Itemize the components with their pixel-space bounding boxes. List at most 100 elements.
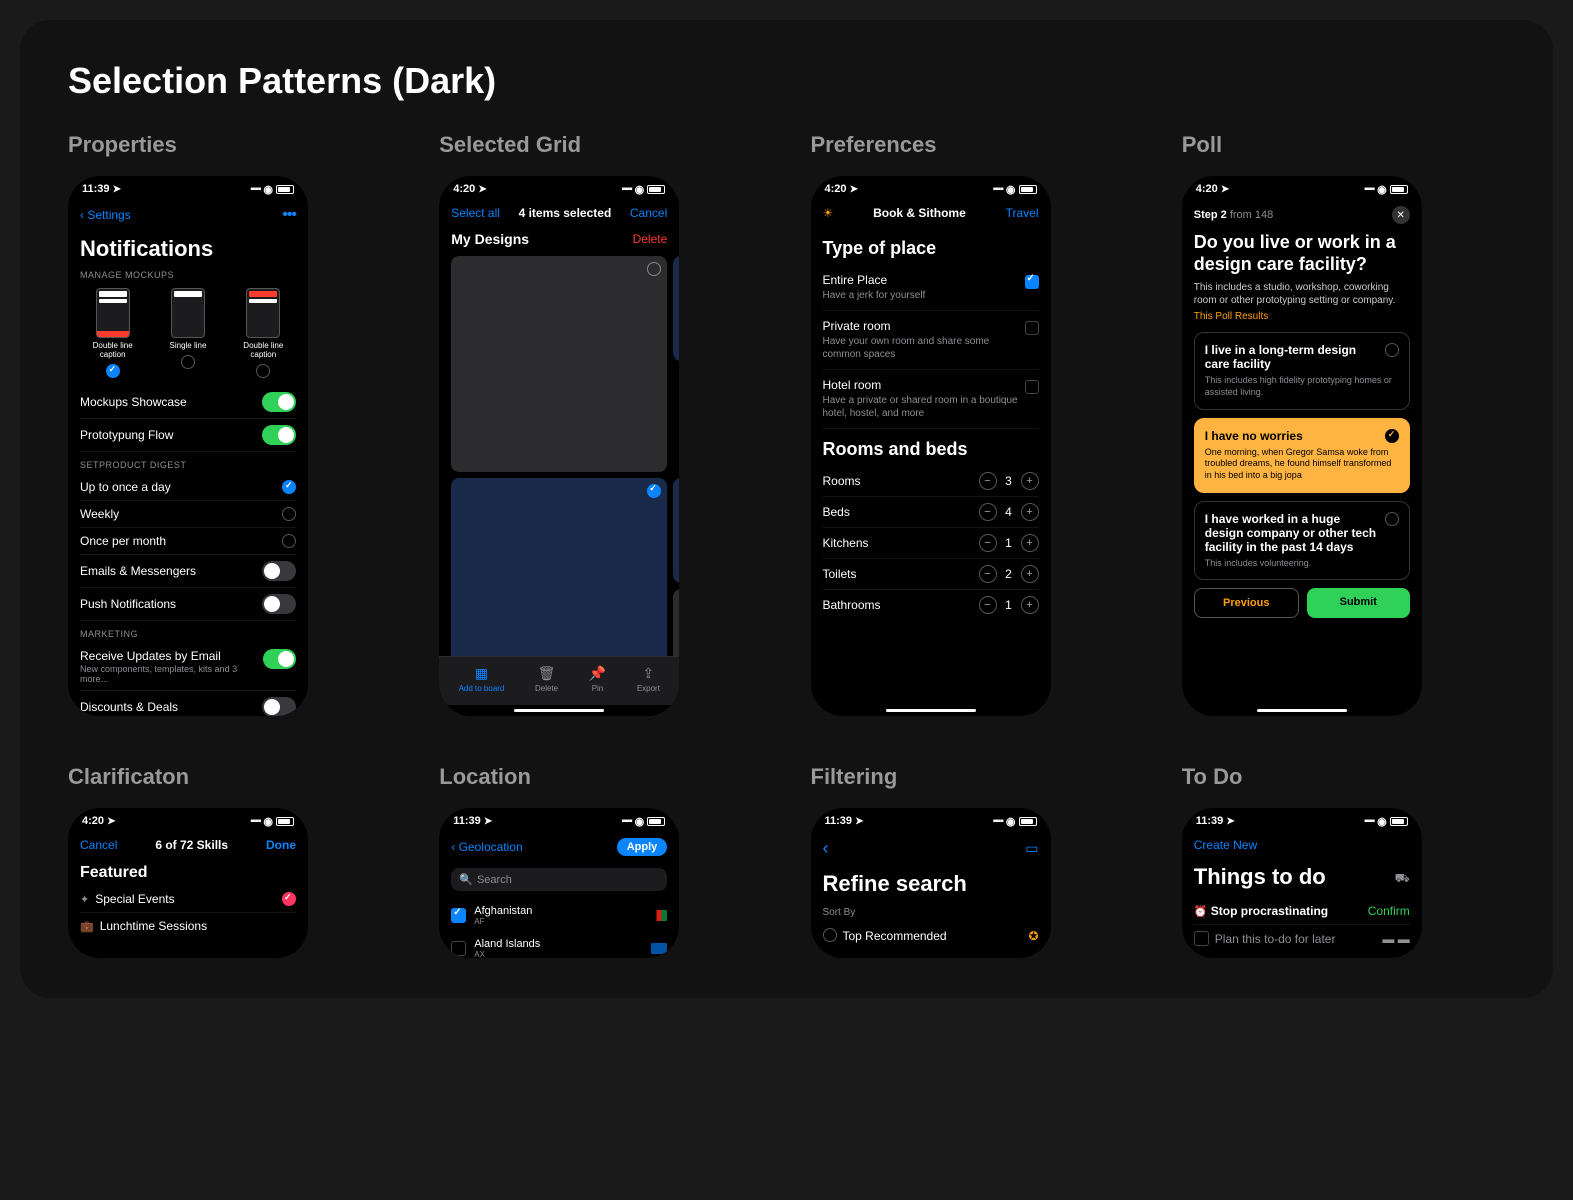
phone-poll: 4:20 ➤ ▪▪▪▪◉ Step 2 from 148 ✕ Do you li… — [1182, 176, 1422, 716]
section-label: MANAGE MOCKUPS — [80, 270, 296, 280]
radio-icon[interactable] — [181, 355, 195, 369]
pref-item[interactable]: Hotel roomHave a private or shared room … — [823, 370, 1039, 429]
apply-button[interactable]: Apply — [617, 838, 668, 856]
stepper[interactable]: −2+ — [979, 565, 1039, 583]
minus-icon[interactable]: − — [979, 565, 997, 583]
location-item[interactable]: AfghanistanAF — [451, 899, 667, 932]
briefcase-icon: 💼 — [80, 921, 94, 933]
poll-option[interactable]: I live in a long-term design care facili… — [1194, 332, 1410, 409]
submit-button[interactable]: Submit — [1307, 588, 1410, 618]
stepper[interactable]: −1+ — [979, 534, 1039, 552]
section-todo: To Do 11:39 ➤ ▪▪▪▪◉ Create New Things to… — [1182, 764, 1505, 958]
layout-option[interactable]: Double line caption — [83, 288, 143, 378]
plus-icon[interactable]: + — [1021, 503, 1039, 521]
todo-item[interactable]: Plan this to-do for later▬ ▬ — [1194, 925, 1410, 952]
minus-icon[interactable]: − — [979, 596, 997, 614]
section-title: Clarificaton — [68, 764, 391, 790]
tile[interactable] — [451, 256, 667, 472]
tile[interactable] — [451, 478, 667, 656]
cancel-button[interactable]: Cancel — [630, 206, 667, 220]
delete-button[interactable]: 🗑Delete — [535, 665, 558, 693]
pin-button[interactable]: 📌Pin — [589, 665, 606, 693]
export-button[interactable]: ⇪Export — [637, 665, 660, 693]
minus-icon[interactable]: − — [979, 472, 997, 490]
back-button[interactable]: ‹ Settings — [80, 208, 131, 222]
bottom-toolbar: ▦Add to board 🗑Delete 📌Pin ⇪Export — [439, 656, 679, 705]
bookmark-icon[interactable]: ▭ — [1025, 840, 1038, 857]
tile[interactable] — [673, 256, 679, 361]
delete-button[interactable]: Delete — [633, 232, 668, 246]
poll-option[interactable]: I have worked in a huge design company o… — [1194, 501, 1410, 581]
poll-results-link[interactable]: This Poll Results — [1194, 311, 1410, 322]
search-input[interactable]: 🔍Search — [451, 868, 667, 891]
radio-icon — [1385, 512, 1399, 526]
tile[interactable] — [673, 478, 679, 583]
poll-desc: This includes a studio, workshop, cowork… — [1194, 281, 1410, 307]
radio-icon — [282, 507, 296, 521]
create-new-button[interactable]: Create New — [1194, 838, 1257, 852]
poll-option[interactable]: I have no worriesOne morning, when Grego… — [1194, 418, 1410, 493]
radio-icon[interactable] — [106, 364, 120, 378]
toggle[interactable] — [262, 392, 296, 412]
confirm-button[interactable]: Confirm — [1368, 904, 1410, 918]
stepper[interactable]: −4+ — [979, 503, 1039, 521]
trash-icon: 🗑 — [538, 665, 556, 682]
radio-icon — [282, 534, 296, 548]
travel-button[interactable]: Travel — [1006, 206, 1039, 220]
sunrise-icon[interactable]: ☀ — [823, 206, 834, 220]
radio-icon — [282, 480, 296, 494]
signal-icon: ▪▪▪▪ — [250, 184, 260, 195]
select-all-button[interactable]: Select all — [451, 206, 500, 220]
radio-icon[interactable] — [256, 364, 270, 378]
layout-option[interactable]: Double line caption — [233, 288, 293, 378]
cancel-button[interactable]: Cancel — [80, 838, 117, 852]
toggle[interactable] — [262, 425, 296, 445]
radio-row[interactable]: Weekly — [80, 501, 296, 528]
truck-icon[interactable]: ⛟ — [1395, 871, 1410, 887]
stepper[interactable]: −1+ — [979, 596, 1039, 614]
sort-option[interactable]: Top Recommended✪ — [823, 922, 1039, 949]
done-button[interactable]: Done — [266, 838, 296, 852]
pref-item[interactable]: Private roomHave your own room and share… — [823, 311, 1039, 370]
home-indicator — [1257, 709, 1347, 712]
toggle[interactable] — [262, 594, 296, 614]
section-label: MARKETING — [80, 629, 296, 639]
screen-title: Notifications — [80, 236, 296, 262]
flag-icon — [651, 943, 667, 954]
tile[interactable] — [673, 589, 679, 656]
radio-icon — [1385, 429, 1399, 443]
alarm-icon: ⏰ — [1194, 906, 1208, 918]
location-item[interactable]: Aland IslandsAX — [451, 932, 667, 958]
radio-row[interactable]: Once per month — [80, 528, 296, 555]
checkbox-icon — [451, 908, 466, 923]
section-title: Poll — [1182, 132, 1505, 158]
todo-item[interactable]: ⏰ Stop procrastinatingConfirm — [1194, 898, 1410, 925]
list-item[interactable]: ✦Special Events — [80, 886, 296, 913]
plus-icon[interactable]: + — [1021, 565, 1039, 583]
radio-row[interactable]: Up to once a day — [80, 474, 296, 501]
previous-button[interactable]: Previous — [1194, 588, 1299, 618]
stepper[interactable]: −3+ — [979, 472, 1039, 490]
pref-item[interactable]: Entire PlaceHave a jerk for yourself — [823, 265, 1039, 311]
screen-title: Things to do — [1194, 864, 1326, 890]
toggle[interactable] — [262, 697, 296, 716]
status-bar: 11:39 ➤ ▪▪▪▪◉ — [1182, 808, 1422, 830]
close-button[interactable]: ✕ — [1392, 206, 1410, 224]
section-properties: Properties 11:39 ➤ ▪▪▪▪◉ ‹ Settings ••• … — [68, 132, 391, 716]
more-icon[interactable]: ••• — [282, 206, 296, 224]
add-to-board-button[interactable]: ▦Add to board — [459, 665, 505, 693]
back-button[interactable]: ‹ Geolocation — [451, 840, 522, 854]
toggle[interactable] — [263, 649, 296, 669]
wifi-icon: ◉ — [263, 183, 273, 196]
minus-icon[interactable]: − — [979, 503, 997, 521]
toggle[interactable] — [262, 561, 296, 581]
plus-icon[interactable]: + — [1021, 596, 1039, 614]
list-item[interactable]: 💼Lunchtime Sessions — [80, 913, 296, 939]
section-title: Properties — [68, 132, 391, 158]
minus-icon[interactable]: − — [979, 534, 997, 552]
plus-icon[interactable]: + — [1021, 534, 1039, 552]
plus-icon[interactable]: + — [1021, 472, 1039, 490]
back-icon[interactable]: ‹ — [823, 838, 829, 859]
section-location: Location 11:39 ➤ ▪▪▪▪◉ ‹ Geolocation App… — [439, 764, 762, 958]
layout-option[interactable]: Single line — [158, 288, 218, 378]
